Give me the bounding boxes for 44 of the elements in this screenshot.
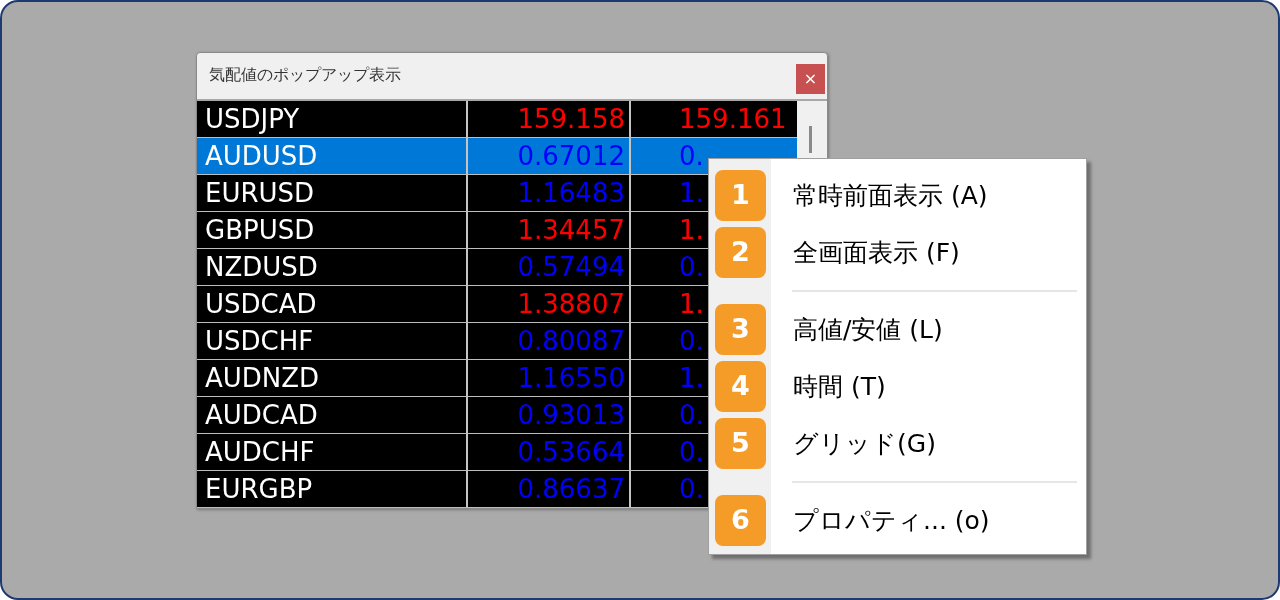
table-cell: 0.53664 <box>517 436 625 468</box>
table-cell: USDJPY <box>205 103 300 135</box>
table-cell: USDCHF <box>205 325 314 357</box>
table-cell: AUDCAD <box>205 399 318 431</box>
table-cell: 0.67012 <box>517 140 625 172</box>
window-title: 気配値のポップアップ表示 <box>209 64 401 86</box>
table-cell: 1.16550 <box>517 362 625 394</box>
table-cell: 0. <box>679 325 704 357</box>
number-badge: 5 <box>715 418 766 469</box>
table-cell: USDCAD <box>205 288 317 320</box>
number-badge: 2 <box>715 227 766 278</box>
table-cell: EURUSD <box>205 177 315 209</box>
scrollbar-thumb[interactable] <box>809 126 812 153</box>
table-cell: 159.158 <box>517 103 625 135</box>
table-cell: EURGBP <box>205 473 313 505</box>
number-badge: 1 <box>715 170 766 221</box>
table-cell: AUDCHF <box>205 436 315 468</box>
table-cell: AUDNZD <box>205 362 320 394</box>
table-cell: 0.93013 <box>517 399 625 431</box>
table-cell: 159.161 <box>679 103 787 135</box>
table-cell: 0. <box>679 473 704 505</box>
table-row[interactable]: USDJPY 159.158 159.161 <box>197 101 797 138</box>
table-cell: 1. <box>679 214 704 246</box>
table-row[interactable]: AUDUSD 0.67012 0. <box>197 138 797 175</box>
number-badge: 6 <box>715 495 766 546</box>
table-cell: 1. <box>679 288 704 320</box>
table-cell: AUDUSD <box>205 140 318 172</box>
close-button[interactable]: × <box>796 64 825 94</box>
table-cell: NZDUSD <box>205 251 318 283</box>
table-cell: 0.57494 <box>517 251 625 283</box>
table-cell: 0.86637 <box>517 473 625 505</box>
table-cell: 1.16483 <box>517 177 625 209</box>
number-badge: 4 <box>715 361 766 412</box>
number-badge: 3 <box>715 304 766 355</box>
table-cell: 1. <box>679 177 704 209</box>
table-cell: 0. <box>679 399 704 431</box>
table-cell: 0. <box>679 140 704 172</box>
table-cell: 1.38807 <box>517 288 625 320</box>
table-cell: 1. <box>679 362 704 394</box>
table-cell: 0. <box>679 436 704 468</box>
table-cell: 1.34457 <box>517 214 625 246</box>
table-cell: 0. <box>679 251 704 283</box>
table-cell: GBPUSD <box>205 214 315 246</box>
table-cell: 0.80087 <box>517 325 625 357</box>
